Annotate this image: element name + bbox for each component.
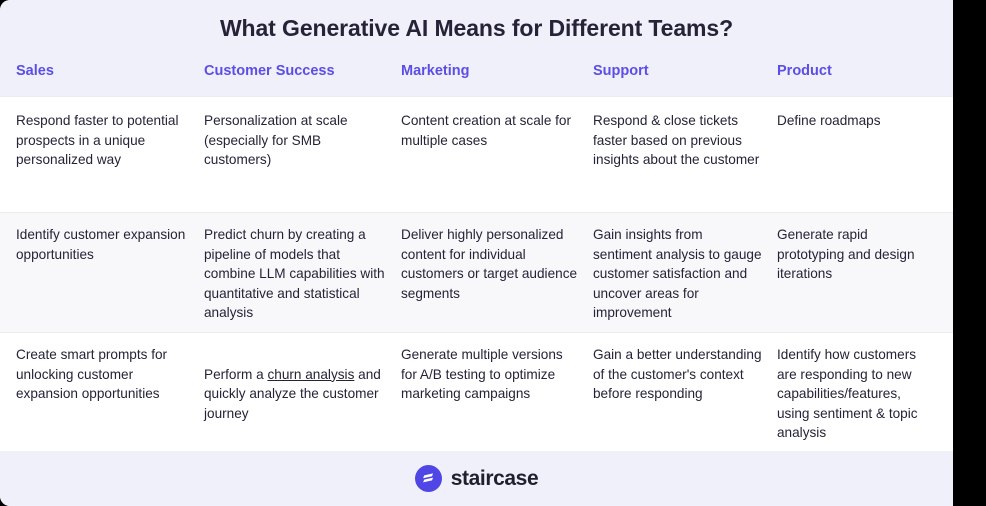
table-header-row: Sales Customer Success Marketing Support… (0, 57, 953, 96)
column-header-sales: Sales (16, 63, 54, 79)
table-cell: Deliver highly personalized content for … (401, 227, 578, 301)
right-edge-band (953, 0, 986, 506)
table-row: Create smart prompts for unlocking custo… (0, 332, 953, 451)
title-band: What Generative AI Means for Different T… (0, 0, 953, 57)
column-header-customer-success: Customer Success (204, 63, 335, 79)
table-cell: Personalization at scale (especially for… (204, 113, 348, 167)
table-cell: Predict churn by creating a pipeline of … (204, 227, 385, 320)
column-header-product: Product (777, 63, 832, 79)
table-cell: Gain a better understanding of the custo… (593, 347, 762, 401)
table-cell: Identify how customers are responding to… (777, 347, 918, 440)
table-cell: Create smart prompts for unlocking custo… (16, 347, 168, 401)
table-row: Identify customer expansion opportunitie… (0, 212, 953, 332)
staircase-wordmark: staircase (450, 466, 539, 490)
footer-band: staircase (0, 451, 953, 506)
cell-text-prefix: Perform a (204, 366, 268, 382)
table-cell-with-link: Perform a churn analysis and quickly ana… (204, 333, 401, 451)
churn-analysis-link[interactable]: churn analysis (267, 367, 354, 382)
infographic-card: What Generative AI Means for Different T… (0, 0, 953, 506)
table-cell: Gain insights from sentiment analysis to… (593, 227, 762, 320)
table-cell: Generate rapid prototyping and design it… (777, 227, 915, 281)
page-title: What Generative AI Means for Different T… (219, 15, 734, 41)
table-cell: Generate multiple versions for A/B testi… (401, 347, 563, 401)
column-header-marketing: Marketing (401, 63, 470, 79)
table-cell: Identify customer expansion opportunitie… (16, 227, 186, 262)
table-cell: Respond & close tickets faster based on … (593, 113, 760, 167)
column-header-support: Support (593, 63, 649, 79)
table-row: Respond faster to potential prospects in… (0, 96, 953, 212)
staircase-logo-icon (414, 465, 442, 492)
table-cell: Respond faster to potential prospects in… (16, 113, 179, 167)
table-cell: Define roadmaps (777, 113, 881, 128)
table-cell: Content creation at scale for multiple c… (401, 113, 572, 148)
